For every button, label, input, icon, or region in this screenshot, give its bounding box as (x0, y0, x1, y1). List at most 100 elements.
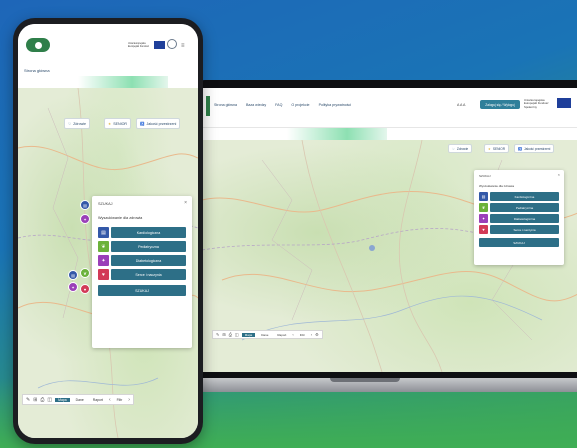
map-toolbar: ✎ ⊞ ⎙ ◫ Mapa Dane Raport ‹ Filtr › ⚙ (212, 330, 323, 339)
close-icon[interactable]: × (558, 172, 560, 177)
print-icon[interactable]: ⎙ (40, 397, 44, 403)
accessibility-icon: ♿ (140, 121, 145, 126)
chip-senior[interactable]: ★ SENIOR (104, 118, 132, 129)
nav-item-about[interactable]: O projekcie (291, 103, 309, 107)
map-marker[interactable]: ✦ (80, 214, 90, 224)
panel-title: SZUKAJ (479, 174, 491, 178)
leaf-icon: ❦ (98, 241, 109, 252)
heart-icon: ♥ (479, 225, 488, 234)
map-marker[interactable]: ▤ (68, 270, 78, 280)
font-size-controls[interactable]: A A A (457, 103, 465, 107)
clipboard-icon: ▤ (98, 227, 109, 238)
map-marker[interactable]: ❦ (80, 268, 90, 278)
map-toolbar: ✎ ⊞ ⎙ ◫ Mapa Dane Raport ‹ Filtr › (22, 394, 134, 405)
phone-screen: Unia Europejska Europejski Fundusz ≡ Str… (18, 24, 198, 438)
chip-health[interactable]: ♡ Zdrowie (64, 118, 91, 129)
category-button[interactable]: Pediatryczna (111, 241, 186, 252)
phone-header: Unia Europejska Europejski Fundusz ≡ Str… (18, 24, 198, 76)
tab-data[interactable]: Dane (73, 398, 87, 402)
nav-item-privacy[interactable]: Polityka prywatności (319, 103, 352, 107)
category-row[interactable]: ✦ Diabetologiczna (98, 255, 186, 266)
chip-senior[interactable]: ★ SENIOR (484, 144, 510, 153)
chevron-left-icon[interactable]: ‹ (109, 397, 111, 403)
category-button[interactable]: Kardiologiczna (111, 227, 186, 238)
phone-map[interactable]: ♡ Zdrowie ★ SENIOR ♿ Jakość przestrzeni … (18, 88, 198, 438)
brand-logo[interactable] (206, 96, 210, 116)
laptop-device: Strona główna Baza wiedzy FAQ O projekci… (193, 80, 577, 380)
search-panel: SZUKAJ × Wyszukiwanie dla zdrowia ▤ Kard… (474, 170, 564, 265)
ruler-icon[interactable]: ⊞ (222, 332, 225, 337)
hamburger-menu-icon[interactable]: ≡ (181, 43, 185, 49)
layers-icon[interactable]: ◫ (235, 332, 239, 337)
search-panel: SZUKAJ × Wyszukiwanie dla zdrowia ▤ Kard… (92, 196, 192, 348)
nav-item-faq[interactable]: FAQ (275, 103, 282, 107)
logo-mark-icon (34, 41, 42, 49)
laptop-nav: Strona główna Baza wiedzy FAQ O projekci… (214, 103, 351, 107)
print-icon[interactable]: ⎙ (229, 332, 232, 337)
chevron-right-icon[interactable]: › (128, 397, 130, 403)
category-button[interactable]: Diabetologiczna (111, 255, 186, 266)
map-marker[interactable]: ✦ (68, 282, 78, 292)
chip-health[interactable]: ♡ Zdrowie (448, 144, 473, 153)
draw-icon[interactable]: ✎ (26, 397, 30, 403)
nav-item-home[interactable]: Strona główna (214, 103, 237, 107)
category-row[interactable]: ❦ Pediatryczna (479, 203, 559, 212)
seal-icon (167, 39, 177, 49)
nav-item-knowledge[interactable]: Baza wiedzy (246, 103, 266, 107)
accessibility-icon: ♿ (518, 146, 522, 151)
laptop-map[interactable]: ♡ Zdrowie ★ SENIOR ♿ Jakość przestrzeni … (202, 140, 577, 372)
tab-report[interactable]: Raport (274, 333, 289, 337)
filter-select[interactable]: Filtr (297, 333, 308, 337)
panel-title: SZUKAJ (98, 202, 113, 206)
filter-select[interactable]: Filtr (114, 398, 126, 402)
chip-space-quality[interactable]: ♿ Jakość przestrzeni (514, 144, 555, 153)
layers-icon[interactable]: ◫ (47, 397, 52, 403)
leaf-icon: ❦ (479, 203, 488, 212)
laptop-header: Strona główna Baza wiedzy FAQ O projekci… (202, 88, 577, 128)
category-row[interactable]: ▤ Kardiologiczna (98, 227, 186, 238)
laptop-screen: Strona główna Baza wiedzy FAQ O projekci… (202, 88, 577, 372)
map-marker[interactable]: ♥ (80, 284, 90, 294)
chevron-right-icon[interactable]: › (311, 332, 312, 337)
login-button[interactable]: Zaloguj się / Wyloguj (480, 100, 520, 109)
close-icon[interactable]: × (184, 200, 187, 206)
category-row[interactable]: ✦ Diabetologiczna (479, 214, 559, 223)
star-icon: ★ (488, 146, 491, 151)
star-icon: ★ (108, 121, 112, 126)
breadcrumb[interactable]: Strona główna (24, 68, 50, 73)
category-row[interactable]: ♥ Serce i naczynia (479, 225, 559, 234)
tab-report[interactable]: Raport (90, 398, 106, 402)
settings-icon[interactable]: ⚙ (315, 332, 319, 337)
chevron-left-icon[interactable]: ‹ (292, 332, 293, 337)
chip-space-quality[interactable]: ♿ Jakość przestrzeni (136, 118, 181, 129)
draw-icon[interactable]: ✎ (216, 332, 219, 337)
brand-logo[interactable] (26, 38, 50, 52)
tab-data[interactable]: Dane (258, 333, 271, 337)
header-accent (78, 76, 168, 88)
category-button[interactable]: Serce i naczynia (490, 225, 559, 234)
category-button[interactable]: Pediatryczna (490, 203, 559, 212)
header-accent (287, 128, 387, 140)
tab-map[interactable]: Mapa (55, 397, 70, 402)
category-row[interactable]: ❦ Pediatryczna (98, 241, 186, 252)
eu-funding-text: Unia Europejska Europejski Fundusz Społe… (524, 98, 549, 109)
map-marker[interactable]: ▤ (80, 200, 90, 210)
clipboard-icon: ▤ (479, 192, 488, 201)
category-button[interactable]: Diabetologiczna (490, 214, 559, 223)
heart-shield-icon: ♡ (452, 146, 455, 151)
category-row[interactable]: ♥ Serce i naczynia (98, 269, 186, 280)
eu-flag-icon (154, 41, 165, 49)
heart-shield-icon: ♡ (68, 121, 72, 126)
panel-subtitle: Wyszukiwanie dla zdrowia (98, 216, 143, 220)
category-button[interactable]: Serce i naczynia (111, 269, 186, 280)
laptop-notch (330, 378, 400, 382)
search-button[interactable]: SZUKAJ (98, 285, 186, 296)
eu-funding-text: Unia Europejska Europejski Fundusz (128, 42, 149, 48)
ruler-icon[interactable]: ⊞ (33, 397, 37, 403)
tab-map[interactable]: Mapa (241, 332, 256, 337)
panel-subtitle: Wyszukiwanie dla zdrowia (479, 184, 514, 188)
category-button[interactable]: Kardiologiczna (490, 192, 559, 201)
phone-device: Unia Europejska Europejski Fundusz ≡ Str… (13, 18, 203, 444)
search-button[interactable]: SZUKAJ (479, 238, 559, 247)
category-row[interactable]: ▤ Kardiologiczna (479, 192, 559, 201)
